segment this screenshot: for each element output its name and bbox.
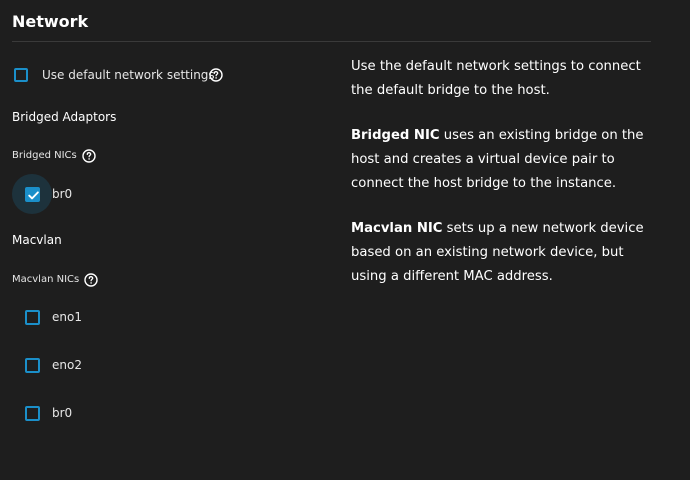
default-network-label[interactable]: Use default network settings: [42, 68, 215, 82]
help-default-settings: Use the default network settings to conn…: [351, 55, 651, 103]
question-circle-icon[interactable]: [209, 68, 223, 82]
question-circle-icon[interactable]: [82, 149, 96, 163]
macvlan-nic-checkbox-eno1[interactable]: [25, 310, 40, 325]
macvlan-nic-label-eno1[interactable]: eno1: [52, 310, 82, 324]
help-macvlan-nic: Macvlan NIC sets up a new network device…: [351, 217, 651, 289]
help-bridged-term: Bridged NIC: [351, 128, 440, 143]
title-divider: [12, 41, 651, 42]
help-macvlan-term: Macvlan NIC: [351, 221, 443, 236]
bridged-section-title: Bridged Adaptors: [12, 110, 117, 124]
bridged-nic-checkbox-br0[interactable]: [25, 187, 40, 202]
macvlan-nic-label-eno2[interactable]: eno2: [52, 358, 82, 372]
question-circle-icon[interactable]: [84, 273, 98, 287]
default-network-checkbox[interactable]: [14, 68, 28, 82]
macvlan-nic-checkbox-eno2[interactable]: [25, 358, 40, 373]
macvlan-nic-label-br0[interactable]: br0: [52, 406, 72, 420]
bridged-nic-label-br0[interactable]: br0: [52, 187, 72, 201]
checkmark-icon: [28, 191, 39, 200]
page-title: Network: [12, 12, 89, 31]
macvlan-section-title: Macvlan: [12, 233, 62, 247]
bridged-nics-label: Bridged NICs: [12, 150, 77, 161]
network-panel: Network Use default network settings Bri…: [0, 0, 690, 480]
macvlan-nic-checkbox-br0[interactable]: [25, 406, 40, 421]
help-default-text: Use the default network settings to conn…: [351, 59, 641, 98]
help-bridged-nic: Bridged NIC uses an existing bridge on t…: [351, 124, 651, 196]
macvlan-nics-label: Macvlan NICs: [12, 274, 80, 285]
